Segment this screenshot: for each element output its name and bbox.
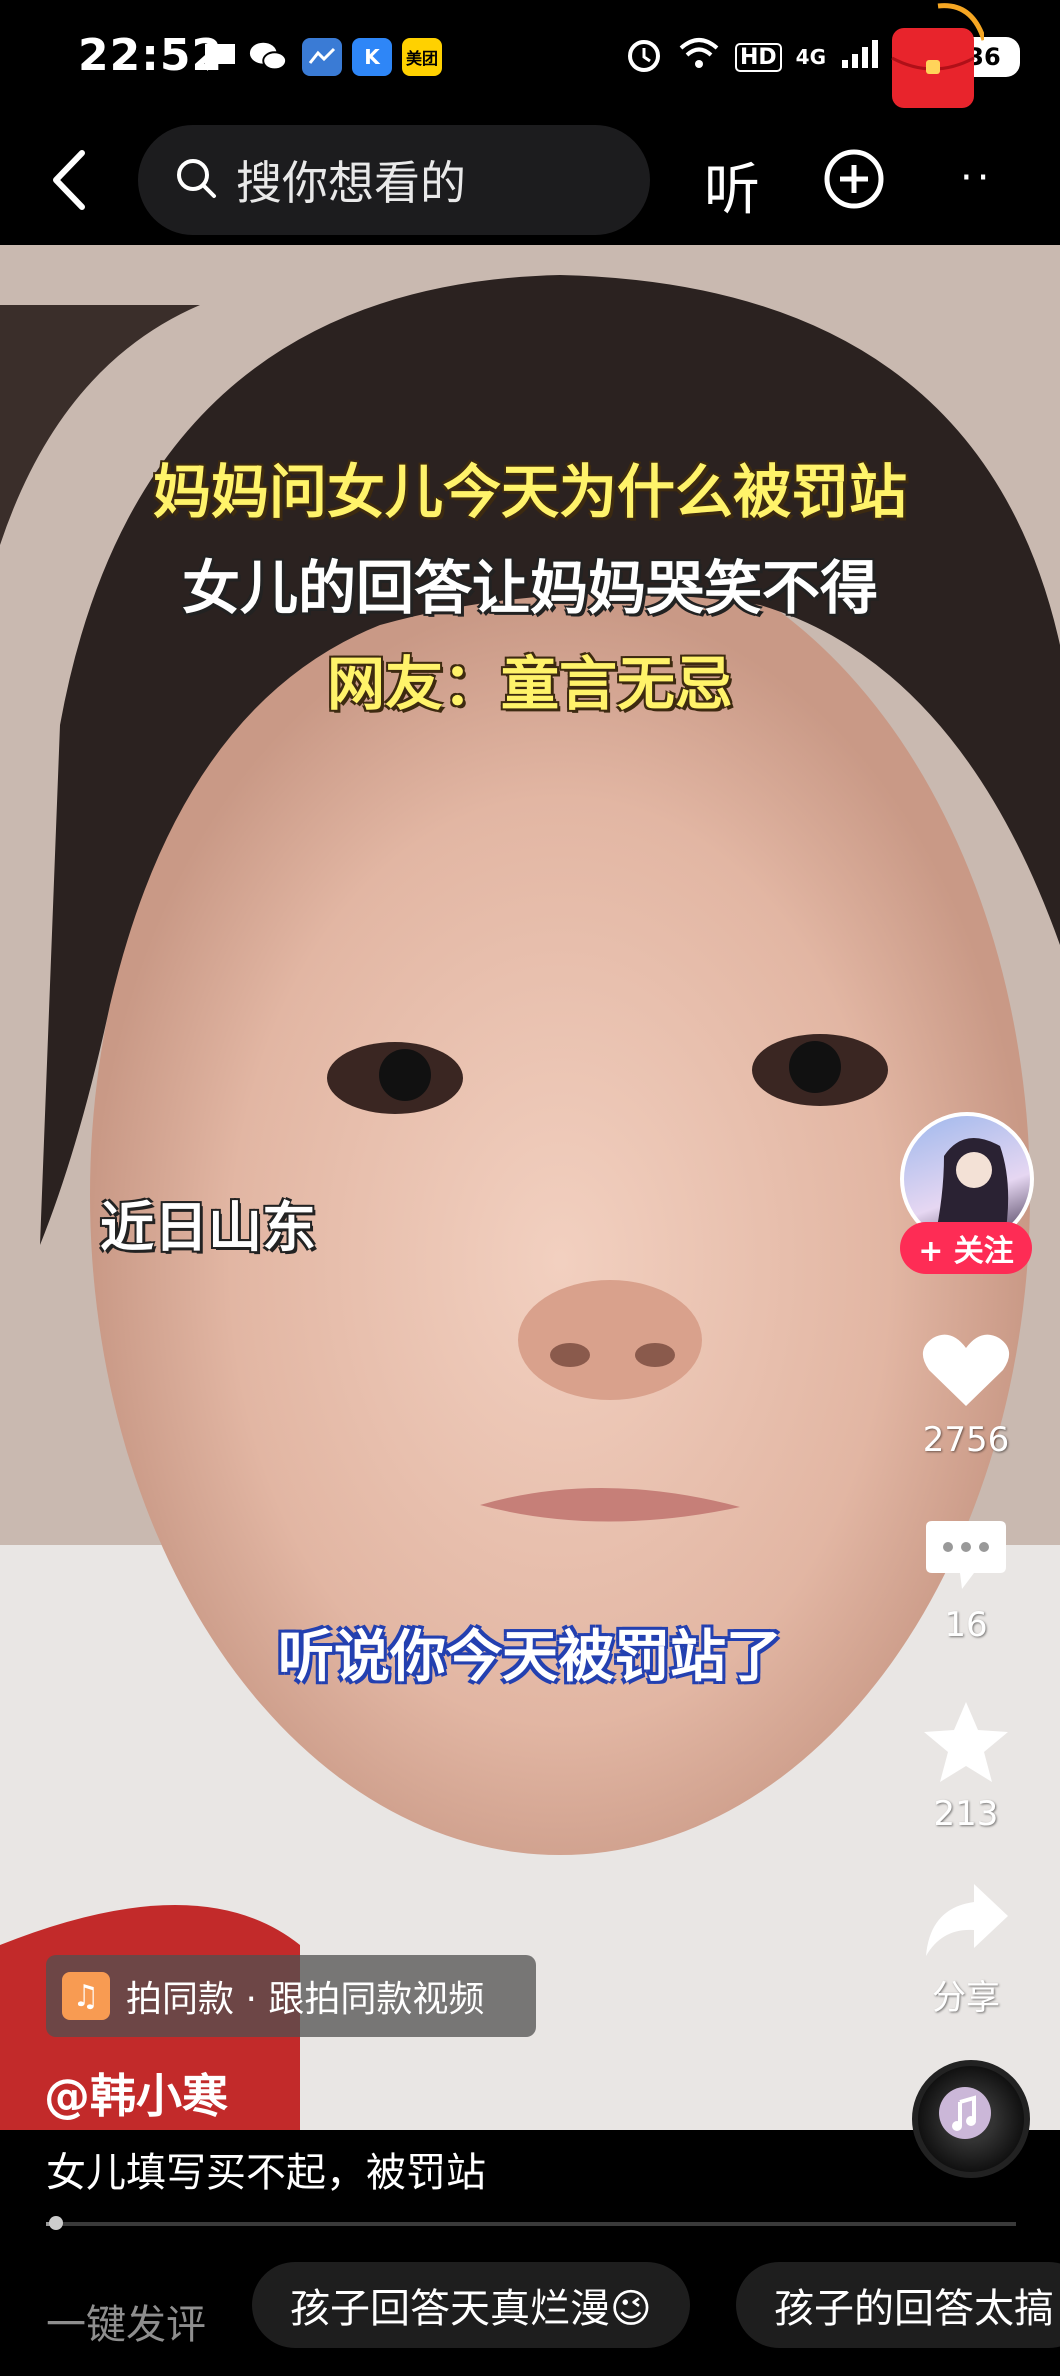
comment-count: 16 (944, 1605, 988, 1645)
search-icon (174, 156, 218, 204)
listen-button[interactable]: 听 (704, 145, 760, 226)
heart-icon (921, 1330, 1011, 1414)
back-arrow-icon (53, 150, 85, 210)
like-count: 2756 (922, 1420, 1010, 1460)
music-note-icon: ♫ (62, 1972, 110, 2020)
follow-button[interactable]: + 关注 (900, 1222, 1032, 1274)
comment-button[interactable]: 16 (900, 1515, 1032, 1645)
alarm-icon (625, 35, 663, 80)
favorite-button[interactable]: 213 (900, 1700, 1032, 1834)
video-description[interactable]: 女儿填写买不起，被罚站 (46, 2140, 486, 2198)
k-app-icon: K (352, 38, 392, 76)
more-button[interactable]: ·· (960, 155, 993, 201)
quick-comment-label[interactable]: 一键发评 (46, 2292, 206, 2350)
plus-circle-icon (824, 149, 884, 209)
add-button[interactable] (822, 147, 886, 211)
shoot-same-style-button[interactable]: ♫ 拍同款 · 跟拍同款视频 (46, 1955, 536, 2037)
like-button[interactable]: 2756 (900, 1330, 1032, 1460)
search-box[interactable]: 搜你想看的 (138, 125, 650, 235)
caption-line-1: 妈妈问女儿今天为什么被罚站 (152, 458, 907, 526)
hd-icon: HD (734, 42, 782, 72)
quick-comment-chip[interactable]: 孩子回答天真烂漫😉 (252, 2262, 690, 2348)
comment-bubble-icon (924, 1515, 1008, 1599)
wechat-icon (248, 38, 288, 76)
share-arrow-icon (922, 1880, 1010, 1964)
back-button[interactable] (42, 145, 102, 215)
quick-comment-bar: 一键发评 孩子回答天真烂漫😉 孩子的回答太搞 (0, 2250, 1060, 2376)
caption-line-2: 女儿的回答让妈妈哭笑不得 (181, 554, 878, 622)
share-label: 分享 (932, 1978, 1000, 2018)
top-nav: 搜你想看的 听 ·· (0, 115, 1060, 245)
favorite-count: 213 (933, 1794, 999, 1834)
location-tag: 近日山东 (100, 1196, 316, 1259)
author-handle[interactable]: @韩小寒 (44, 2060, 228, 2126)
meituan-icon: 美团 (402, 38, 442, 76)
progress-track[interactable] (46, 2222, 1016, 2226)
signal-icon (840, 38, 880, 77)
caption-line-3: 网友：童言无忌 (326, 650, 733, 718)
share-button[interactable]: 分享 (900, 1880, 1032, 2019)
star-icon (922, 1700, 1010, 1788)
wifi-icon (677, 36, 721, 79)
message-icon (200, 38, 240, 76)
network-4g-label: 4G (795, 45, 826, 69)
shoot-same-style-label: 拍同款 · 跟拍同款视频 (126, 1979, 485, 2020)
red-packet-icon[interactable] (888, 0, 987, 112)
progress-handle[interactable] (48, 2216, 63, 2230)
quick-comment-chip[interactable]: 孩子的回答太搞 (736, 2262, 1060, 2348)
music-disc-icon[interactable] (912, 2060, 1030, 2178)
search-placeholder: 搜你想看的 (236, 156, 466, 210)
bank-app-icon (302, 38, 342, 76)
